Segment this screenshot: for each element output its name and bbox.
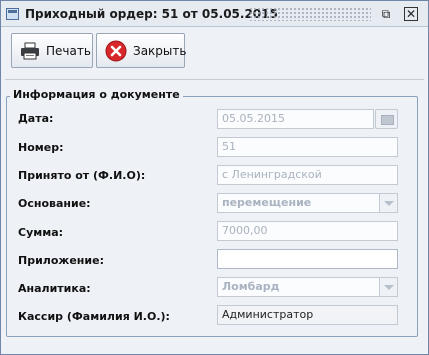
calendar-icon[interactable] [375,109,398,129]
toolbar-divider [5,79,424,80]
document-info-group [6,96,418,337]
analytics-select[interactable]: Ломбард [217,277,398,297]
restore-button[interactable]: ⧉ [379,7,393,21]
group-title: Информация о документе [10,88,183,101]
print-button[interactable]: Печать [11,33,93,68]
analytics-label: Аналитика: [18,282,91,295]
close-red-icon [105,40,127,61]
number-field[interactable]: 51 [217,137,398,157]
basis-value: перемещение [222,196,312,209]
window-icon [6,8,19,20]
date-field[interactable]: 05.05.2015 [217,109,374,129]
number-label: Номер: [18,141,64,154]
basis-label: Основание: [18,197,91,210]
basis-select[interactable]: перемещение [217,193,398,213]
received-from-field[interactable]: с Ленинградской [217,165,398,185]
date-label: Дата: [18,112,54,125]
window-title: Приходный ордер: 51 от 05.05.2015 [25,7,278,21]
chevron-down-icon[interactable] [379,278,397,296]
received-from-label: Принято от (Ф.И.О): [18,169,146,182]
analytics-value: Ломбард [222,280,280,293]
cashier-label: Кассир (Фамилия И.О.): [18,310,170,323]
close-button-label: Закрыть [133,43,187,58]
title-bar[interactable]: Приходный ордер: 51 от 05.05.2015 ⧉ ✕ [1,1,428,27]
toolbar: Печать Закрыть [1,27,428,79]
title-grip [249,7,371,21]
cashier-field: Администратор [217,305,398,325]
printer-icon [21,42,39,59]
document-window: Приходный ордер: 51 от 05.05.2015 ⧉ ✕ Пе… [0,0,429,355]
window-close-button[interactable]: ✕ [404,7,418,21]
attachment-label: Приложение: [18,254,104,267]
amount-label: Сумма: [18,226,64,239]
chevron-down-icon[interactable] [379,194,397,212]
print-button-label: Печать [46,43,91,58]
attachment-field[interactable] [217,249,398,269]
amount-field[interactable]: 7000,00 [217,221,398,241]
close-button[interactable]: Закрыть [96,33,187,68]
